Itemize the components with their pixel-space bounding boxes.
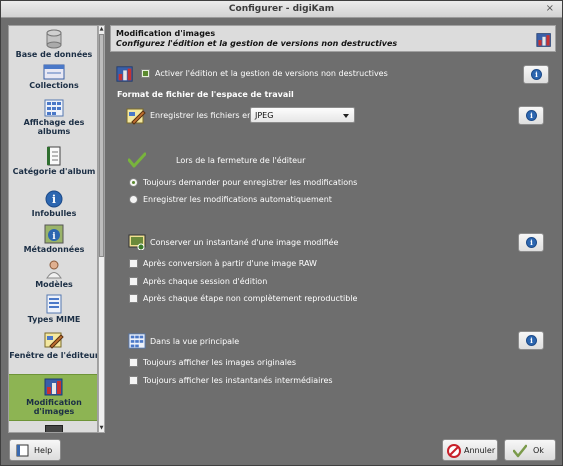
ok-button[interactable]: Ok [504,439,556,461]
image-editing-icon [44,378,63,396]
snapshot-session-label[interactable]: Après chaque session d'édition [143,277,267,286]
album-view-icon [44,99,64,117]
sidebar-item-templates[interactable]: Modèles [9,259,97,289]
window-title: Configurer - digiKam [228,4,335,14]
album-view-icon [128,333,146,349]
info-button-versioning[interactable]: i [523,65,549,84]
configure-dialog: Configurer - digiKam × Base de données C… [0,0,563,466]
auto-save-radio[interactable] [129,195,138,204]
snapshot-step-label[interactable]: Après chaque étape non complètement repr… [143,294,357,303]
scroll-down-icon[interactable]: ▼ [99,425,104,432]
always-ask-radio[interactable] [129,178,138,187]
settings-sidebar: Base de données Collections Affichage de… [8,25,98,433]
help-button-label: Help [34,446,53,455]
sidebar-item-album-view[interactable]: Affichage des albums [9,99,97,136]
checkmark-icon [128,152,146,168]
info-button-snapshot[interactable]: i [518,233,544,252]
metadata-icon: i [44,224,64,244]
editor-window-icon [44,332,64,349]
scroll-up-icon[interactable]: ▲ [99,26,104,33]
collections-icon [43,64,65,80]
sidebar-item-metadata[interactable]: i Métadonnées [9,224,97,254]
show-snapshots-label[interactable]: Toujours afficher les instantanés interm… [143,376,333,385]
info-icon: i [526,335,537,346]
image-editing-icon [116,66,133,82]
page-subtitle: Configurez l'édition et la gestion de ve… [116,39,398,48]
sidebar-item-album-category[interactable]: Catégorie d'album [9,146,97,176]
sidebar-item-collections[interactable]: Collections [9,64,97,90]
sidebar-item-label: Affichage des albums [23,118,85,136]
sidebar-item-label: Collections [29,81,79,90]
sidebar-item-label: Types MIME [27,315,81,324]
page-header: Modification d'images Configurez l'éditi… [110,25,556,52]
editor-window-icon [126,108,146,125]
sidebar-item-label: Base de données [15,50,93,59]
next-item-icon [45,425,63,432]
sidebar-item-tooltips[interactable]: i Infobulles [9,190,97,218]
snapshot-session-checkbox[interactable] [129,277,138,286]
title-bar: Configurer - digiKam × [1,1,562,18]
sidebar-item-label: Infobulles [31,209,77,218]
enable-versioning-label[interactable]: Activer l'édition et la gestion de versi… [155,69,388,78]
sidebar-item-label: Catégorie d'album [12,167,96,176]
image-editing-icon [536,33,551,47]
snapshot-step-checkbox[interactable] [129,294,138,303]
snapshot-label: Conserver un instantané d'une image modi… [150,238,339,247]
always-ask-label[interactable]: Toujours demander pour enregistrer les m… [143,178,357,187]
sidebar-item-editor-window[interactable]: Fenêtre de l'éditeur [9,330,98,360]
chevron-down-icon [343,114,349,118]
show-originals-label[interactable]: Toujours afficher les images originales [143,358,296,367]
help-button[interactable]: Help [9,439,61,461]
sidebar-item-image-editing[interactable]: Modification d'images [9,374,97,421]
album-category-icon [47,146,61,166]
sidebar-item-mime-types[interactable]: Types MIME [9,294,97,324]
templates-icon [46,260,62,279]
sidebar-item-label: Fenêtre de l'éditeur [9,351,98,360]
format-select-value: JPEG [255,111,274,120]
mime-types-icon [46,294,62,314]
sidebar-scrollbar[interactable]: ▲ ▼ [98,25,105,433]
on-close-label: Lors de la fermeture de l'éditeur [176,156,306,165]
sidebar-item-label: Modèles [35,280,73,289]
cancel-button[interactable]: Annuler [442,439,498,461]
info-button-main-view[interactable]: i [518,331,544,350]
auto-save-label[interactable]: Enregistrer les modifications automatiqu… [143,195,332,204]
database-icon [46,29,62,49]
workspace-format-heading: Format de fichier de l'espace de travail [117,90,294,99]
page-title: Modification d'images [116,29,216,38]
close-icon[interactable]: × [546,3,554,14]
info-icon: i [45,190,63,208]
help-book-icon [16,444,29,457]
checkmark-icon [513,444,527,458]
snapshot-raw-label[interactable]: Après conversion à partir d'une image RA… [143,259,317,268]
info-button-format[interactable]: i [518,106,544,125]
svg-text:i: i [52,193,56,206]
cancel-icon [447,444,461,458]
ok-button-label: Ok [533,446,544,455]
save-files-label: Enregistrer les fichiers en [150,111,253,120]
snapshot-raw-checkbox[interactable] [129,259,138,268]
sidebar-item-label: Modification d'images [26,398,82,416]
show-snapshots-checkbox[interactable] [129,376,138,385]
sidebar-item-label: Métadonnées [23,245,85,254]
svg-text:i: i [52,232,56,242]
snapshot-icon [128,234,146,250]
info-icon: i [526,110,537,121]
enable-versioning-checkbox[interactable] [141,69,150,78]
info-icon: i [531,69,542,80]
main-view-label: Dans la vue principale [150,337,240,346]
format-select[interactable]: JPEG [250,107,355,123]
sidebar-item-database[interactable]: Base de données [9,29,97,59]
info-icon: i [526,237,537,248]
show-originals-checkbox[interactable] [129,358,138,367]
cancel-button-label: Annuler [464,446,496,455]
scrollbar-thumb[interactable] [99,34,104,257]
